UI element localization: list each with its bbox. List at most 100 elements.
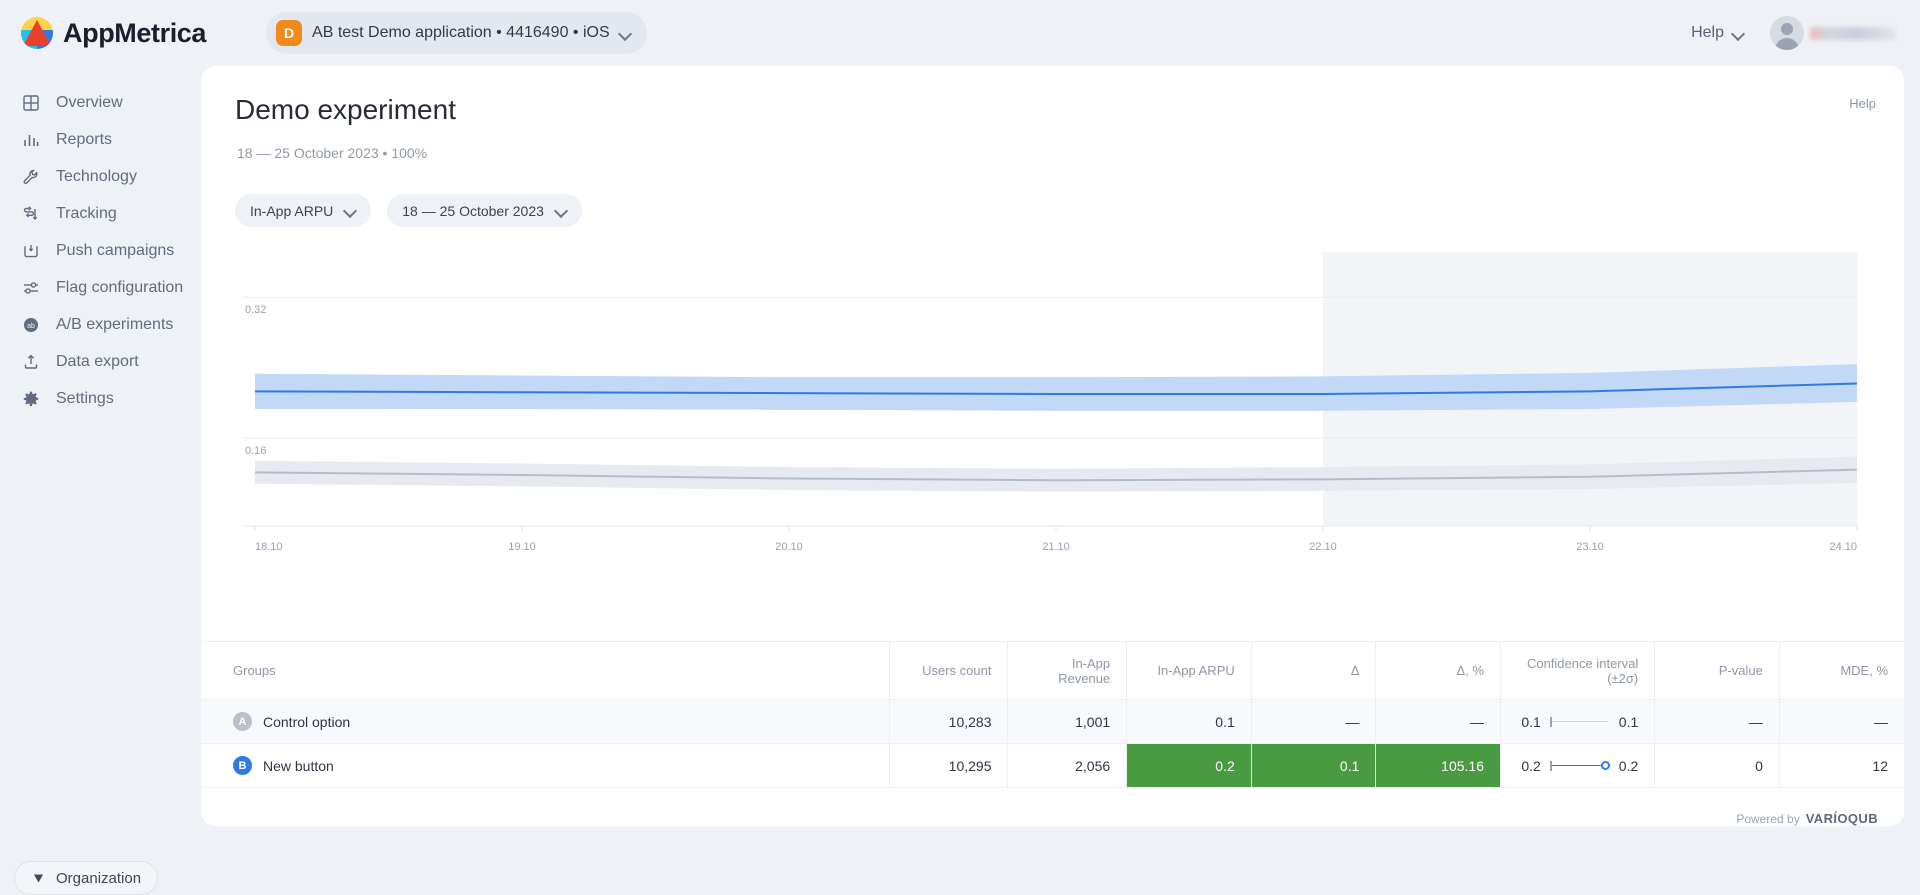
svg-text:24.10: 24.10 (1829, 541, 1857, 553)
table-row[interactable]: B New button 10,295 2,056 0.2 0.1 105.16… (201, 743, 1904, 788)
svg-text:23.10: 23.10 (1576, 541, 1604, 553)
ci-slider (1549, 760, 1610, 772)
cell-users-count: 10,283 (888, 699, 1008, 744)
sidebar-item-ab-experiments[interactable]: ab A/B experiments (0, 307, 200, 343)
chevron-down-icon (620, 28, 631, 39)
sidebar-item-label: Tracking (56, 205, 117, 222)
help-menu[interactable]: Help (1691, 24, 1744, 42)
svg-text:19.10: 19.10 (508, 541, 536, 553)
column-header-p-value: P-value (1654, 641, 1780, 700)
sidebar-item-label: Settings (56, 390, 114, 407)
cell-delta: 0.1 (1250, 743, 1376, 788)
card-help-link[interactable]: Help (1849, 96, 1876, 111)
powered-by-footer: Powered by VARÍOQUB (1736, 811, 1878, 826)
cell-delta-percent: 105.16 (1375, 743, 1501, 788)
group-badge: B (233, 756, 252, 775)
user-menu[interactable] (1770, 16, 1896, 50)
grid-icon (22, 94, 40, 112)
appmetrica-logo-icon (20, 16, 54, 50)
svg-text:22.10: 22.10 (1309, 541, 1337, 553)
filter-row: In-App ARPU 18 — 25 October 2023 (235, 194, 582, 227)
sidebar-item-label: Flag configuration (56, 279, 184, 296)
sidebar-item-label: A/B experiments (56, 316, 174, 333)
app-badge: D (276, 20, 303, 46)
sidebar-item-reports[interactable]: Reports (0, 122, 200, 158)
cell-delta: — (1250, 699, 1376, 744)
experiment-card: Demo experiment 18 — 25 October 2023 • 1… (201, 66, 1904, 826)
svg-text:20.10: 20.10 (775, 541, 803, 553)
bar-chart-icon (22, 131, 40, 149)
ci-high-value: 0.2 (1618, 757, 1639, 774)
brand-name: AppMetrica (63, 17, 207, 48)
column-header-revenue: In-App Revenue (1007, 641, 1127, 700)
sidebar-item-data-export[interactable]: Data export (0, 344, 200, 380)
svg-text:ab: ab (27, 323, 35, 330)
table-header-row: Groups Users count In-App Revenue In-App… (201, 641, 1904, 700)
column-header-groups: Groups (201, 641, 890, 700)
upload-icon (22, 353, 40, 371)
sidebar-item-tracking[interactable]: Tracking (0, 196, 200, 232)
sidebar-item-label: Technology (56, 168, 137, 185)
user-name-redacted (1810, 26, 1896, 40)
date-range-filter-label: 18 — 25 October 2023 (402, 202, 544, 219)
sidebar-item-label: Reports (56, 131, 113, 148)
sidebar-item-settings[interactable]: Settings (0, 381, 200, 417)
sliders-icon (22, 279, 40, 297)
ci-slider (1549, 716, 1610, 728)
column-header-delta-percent: Δ, % (1375, 641, 1501, 700)
help-menu-label: Help (1691, 24, 1724, 41)
date-range-filter[interactable]: 18 — 25 October 2023 (387, 194, 582, 227)
group-name: New button (263, 757, 334, 774)
sidebar-item-technology[interactable]: Technology (0, 159, 200, 195)
group-name: Control option (263, 713, 351, 730)
sidebar-item-push-campaigns[interactable]: Push campaigns (0, 233, 200, 269)
cell-p-value: 0 (1654, 743, 1780, 788)
ci-high-value: 0.1 (1618, 713, 1639, 730)
page-subtitle: 18 — 25 October 2023 • 100% (237, 145, 428, 161)
cell-revenue: 1,001 (1007, 699, 1127, 744)
column-header-users-count: Users count (888, 641, 1008, 700)
cell-mde: — (1778, 699, 1904, 744)
chevron-down-icon (556, 205, 567, 216)
column-header-arpu: In-App ARPU (1126, 641, 1252, 700)
ci-low-value: 0.2 (1521, 757, 1541, 774)
sidebar-item-label: Overview (56, 94, 123, 111)
ci-low-value: 0.1 (1521, 713, 1541, 730)
group-cell: A Control option (201, 699, 890, 744)
svg-text:18.10: 18.10 (255, 541, 283, 553)
chevron-down-icon (1733, 28, 1744, 39)
top-bar: AppMetrica D AB test Demo application • … (0, 0, 1920, 66)
cell-mde: 12 (1778, 743, 1904, 788)
cell-arpu: 0.1 (1126, 699, 1252, 744)
cell-users-count: 10,295 (888, 743, 1008, 788)
gear-icon (22, 390, 40, 408)
cell-revenue: 2,056 (1007, 743, 1127, 788)
svg-text:0.32: 0.32 (245, 304, 266, 316)
cell-delta-percent: — (1375, 699, 1501, 744)
organization-label: Organization (56, 869, 142, 887)
sidebar-item-label: Push campaigns (56, 242, 175, 259)
results-table: Groups Users count In-App Revenue In-App… (201, 641, 1904, 788)
brand-logo[interactable]: AppMetrica (20, 16, 206, 50)
sidebar-item-flag-configuration[interactable]: Flag configuration (0, 270, 200, 306)
svg-text:21.10: 21.10 (1042, 541, 1070, 553)
metric-filter[interactable]: In-App ARPU (235, 194, 372, 227)
app-switcher[interactable]: D AB test Demo application • 4416490 • i… (266, 12, 647, 54)
cell-confidence-interval: 0.2 0.2 (1499, 743, 1655, 788)
metric-filter-label: In-App ARPU (250, 202, 334, 219)
table-row[interactable]: A Control option 10,283 1,001 0.1 — — 0.… (201, 699, 1904, 744)
page-title: Demo experiment (235, 94, 456, 125)
experiment-chart[interactable]: 0.32 0.16 18.10 19.10 20.10 21.10 22.10 23.10 24… (235, 252, 1875, 582)
wrench-icon (22, 168, 40, 186)
user-avatar-icon (1770, 16, 1804, 50)
sidebar-item-overview[interactable]: Overview (0, 85, 200, 121)
app-switcher-label: AB test Demo application • 4416490 • iOS (312, 24, 610, 41)
powered-by-label: Powered by (1736, 812, 1800, 826)
sidebar-item-label: Data export (56, 353, 139, 370)
sidebar: Overview Reports Technology Tracking Pus… (0, 66, 200, 895)
topbar-right-group: Help (1691, 16, 1896, 50)
column-header-mde: MDE, % (1778, 641, 1904, 700)
cell-p-value: — (1654, 699, 1780, 744)
chevron-down-icon (345, 205, 356, 216)
diamond-icon (31, 871, 46, 886)
